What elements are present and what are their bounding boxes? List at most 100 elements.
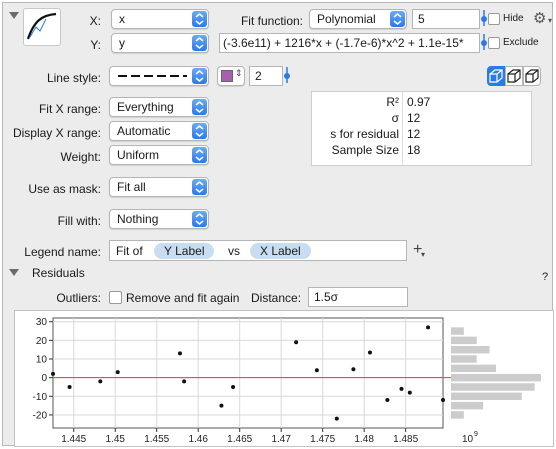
y-column-value: y (119, 36, 125, 50)
y-tick-label: -10 (33, 392, 48, 403)
gear-icon[interactable]: ⚙ (533, 9, 546, 27)
residuals-chart: 1.445 1.45 1.455 1.46 1.465 1.47 1.475 1.48 1.48… (14, 310, 554, 447)
distance-field[interactable]: 1.5σ (308, 287, 408, 307)
exclude-label: Exclude (503, 37, 539, 48)
plot-frame (52, 317, 444, 429)
x-tick-label: 1.48 (354, 434, 374, 445)
x-tick-label: 1.445 (61, 434, 86, 445)
remove-and-fit-label: Remove and fit again (126, 291, 240, 305)
x-label: X: (89, 14, 101, 28)
weight-label: Weight: (60, 150, 101, 164)
residual-point (351, 367, 356, 372)
x-tick-label: 1.46 (188, 434, 208, 445)
degree-slider-knob-icon[interactable] (481, 10, 487, 26)
legend-vs: vs (228, 244, 240, 258)
popup-arrows-icon (192, 123, 207, 139)
stats-key: R² (386, 95, 399, 109)
popup-arrows-icon (192, 11, 207, 27)
stats-key: s for residual (330, 127, 399, 141)
fill-with-popup[interactable]: Nothing (109, 209, 209, 229)
cube-front-icon (489, 69, 503, 83)
y-tick-label: 20 (36, 336, 48, 347)
equation-slider-knob-icon[interactable] (481, 34, 487, 50)
weight-popup[interactable]: Uniform (109, 145, 209, 165)
weight-value: Uniform (117, 148, 160, 162)
display-x-range-popup[interactable]: Automatic (109, 121, 209, 141)
histogram-bar (451, 392, 522, 401)
x-column-popup[interactable]: x (111, 9, 209, 29)
residuals-plot-svg: 1.445 1.45 1.455 1.46 1.465 1.47 1.475 1.48 1.48… (33, 317, 541, 445)
stats-row: Sample Size 18 (312, 143, 531, 159)
line-width-slider-knob-icon[interactable] (284, 67, 290, 83)
fit-statistics-table: R² 0.97 σ 12 s for residual 12 Sample Si… (311, 91, 532, 166)
equation-field[interactable]: (-3.6e11) + 1216*x + (-1.7e-6)*x^2 + 1.1… (219, 33, 480, 53)
residual-point (177, 351, 182, 356)
residuals-title: Residuals (32, 266, 85, 280)
line-color-swatch (221, 70, 233, 82)
fill-style-back-button[interactable] (523, 66, 541, 86)
x-column-value: x (119, 12, 125, 26)
stats-row: σ 12 (312, 111, 531, 127)
histogram-bar (451, 364, 496, 373)
stats-row: R² 0.97 (312, 95, 531, 111)
residual-point (367, 350, 372, 355)
add-token-chevron-icon: ▾ (421, 250, 426, 259)
line-width-field[interactable]: 2 (249, 66, 283, 86)
fit-x-range-label: Fit X range: (38, 102, 101, 116)
fill-with-label: Fill with: (57, 214, 101, 228)
x-multiplier-base: 10 (462, 434, 474, 445)
y-label: Y: (90, 38, 101, 52)
popup-arrows-icon (192, 147, 207, 163)
stats-key: σ (391, 111, 399, 125)
residual-point (441, 398, 445, 403)
exclude-checkbox[interactable] (488, 37, 500, 49)
display-x-range-value: Automatic (117, 124, 171, 138)
residual-point (231, 384, 236, 389)
stats-value: 12 (407, 127, 421, 141)
hide-checkbox[interactable] (488, 13, 500, 25)
histogram-bar (451, 327, 464, 335)
gear-menu-chevron-icon: ▾ (548, 16, 553, 25)
histogram-bar (451, 401, 484, 410)
x-tick-label: 1.47 (271, 434, 291, 445)
popup-arrows-icon (192, 99, 207, 115)
line-style-popup[interactable] (109, 66, 209, 86)
popup-arrows-icon (192, 35, 207, 51)
fill-style-front-button[interactable] (487, 66, 505, 86)
fit-curve-icon (23, 8, 61, 46)
x-label-token[interactable]: X Label (250, 243, 311, 259)
legend-prefix: Fit of (116, 244, 143, 258)
fit-function-popup[interactable]: Polynomial (309, 9, 407, 29)
histogram-bar (451, 355, 477, 363)
residual-point (426, 325, 431, 330)
fill-style-middle-button[interactable] (505, 66, 523, 86)
y-label-token[interactable]: Y Label (154, 243, 215, 259)
y-tick-label: 0 (41, 373, 47, 384)
outliers-label: Outliers: (56, 291, 101, 305)
residuals-collapse-triangle-icon[interactable] (9, 269, 19, 276)
help-icon[interactable]: ? (542, 271, 548, 283)
legend-name-field[interactable]: Fit of Y Label vs X Label (109, 240, 407, 261)
stats-key: Sample Size (331, 143, 399, 157)
remove-and-fit-checkbox[interactable] (109, 291, 122, 304)
use-as-mask-value: Fit all (117, 180, 146, 194)
y-tick-label: 30 (36, 317, 48, 328)
stats-value: 12 (407, 111, 421, 125)
line-color-popup[interactable]: ⇕ (217, 66, 245, 86)
y-tick-label: -20 (33, 410, 48, 421)
popup-arrows-icon (192, 68, 207, 84)
collapse-triangle-icon[interactable] (9, 12, 19, 19)
residual-point (115, 370, 120, 375)
residual-point (98, 379, 103, 384)
fit-x-range-popup[interactable]: Everything (109, 97, 209, 117)
residual-point (334, 416, 339, 421)
popup-arrows-icon (390, 11, 405, 27)
histogram-bar (451, 383, 535, 391)
fit-function-label: Fit function: (240, 14, 303, 28)
updown-arrows-icon: ⇕ (235, 68, 243, 78)
residual-point (385, 398, 390, 403)
degree-field[interactable]: 5 (412, 9, 480, 29)
histogram-bar (451, 336, 477, 345)
y-column-popup[interactable]: y (111, 33, 209, 53)
use-as-mask-popup[interactable]: Fit all (109, 177, 209, 197)
